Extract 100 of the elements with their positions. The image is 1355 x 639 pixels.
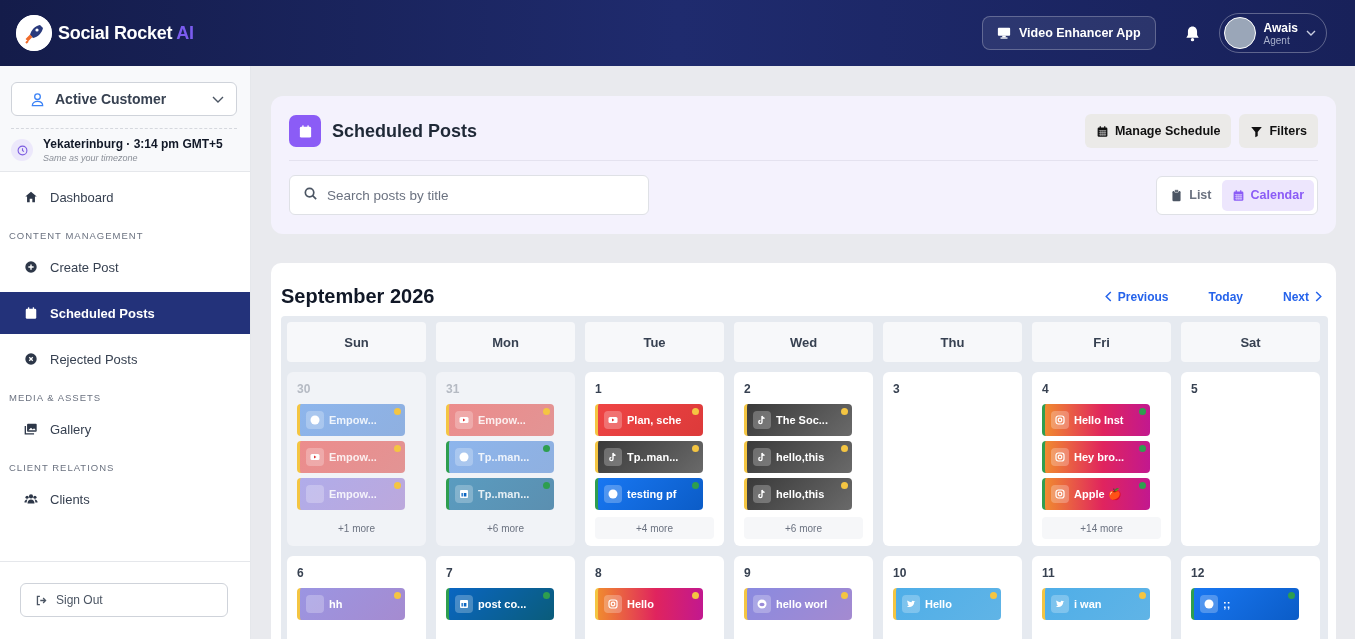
weekday-header: Fri <box>1032 322 1171 362</box>
users-icon <box>24 492 38 506</box>
nav-item[interactable]: Clients <box>0 478 250 520</box>
post-chip[interactable]: ;; <box>1191 588 1299 620</box>
chevron-down-icon <box>212 95 224 103</box>
post-chip[interactable]: The Soc... <box>744 404 852 436</box>
platform-icon <box>604 411 622 429</box>
post-chip[interactable]: Hello <box>595 588 703 620</box>
view-tab[interactable]: List <box>1160 179 1222 211</box>
platform-icon <box>1051 448 1069 466</box>
customer-select[interactable]: Active Customer <box>11 82 237 116</box>
day-number: 5 <box>1191 382 1199 396</box>
platform-icon <box>306 411 324 429</box>
clock-icon <box>16 144 28 156</box>
chevron-right-icon <box>1315 291 1322 302</box>
platform-icon <box>604 595 622 613</box>
platform-icon <box>902 595 920 613</box>
post-chip[interactable]: Tp..man... <box>446 478 554 510</box>
view-tab[interactable]: Calendar <box>1221 179 1314 211</box>
previous-button[interactable]: Previous <box>1098 289 1175 304</box>
notification-bell-icon[interactable] <box>1183 24 1201 42</box>
day-number: 31 <box>446 382 461 396</box>
nav-item[interactable]: Gallery <box>0 408 250 450</box>
avatar <box>1223 17 1256 49</box>
day-number: 8 <box>595 566 603 580</box>
month-title: September 2026 <box>281 285 435 308</box>
chevron-down-icon <box>1306 30 1316 36</box>
post-chip[interactable]: Plan, sche <box>595 404 703 436</box>
more-link[interactable]: +6 more <box>744 517 863 539</box>
platform-icon <box>306 595 324 613</box>
day-number: 2 <box>744 382 752 396</box>
day-number: 4 <box>1042 382 1050 396</box>
timezone-label: Yekaterinburg · 3:14 pm GMT+5 <box>43 137 223 151</box>
x-circle-icon <box>24 352 38 366</box>
post-chip[interactable]: hello,this <box>744 441 852 473</box>
sign-out-button[interactable]: Sign Out <box>20 583 228 617</box>
next-button[interactable]: Next <box>1277 289 1328 304</box>
post-chip[interactable]: Hey bro... <box>1042 441 1150 473</box>
platform-icon <box>753 448 771 466</box>
nav-item[interactable]: Rejected Posts <box>0 338 250 380</box>
calendar-icon <box>1095 124 1109 138</box>
more-link[interactable]: +6 more <box>446 517 565 539</box>
user-icon <box>30 91 45 107</box>
day-number: 9 <box>744 566 752 580</box>
user-name: Awais <box>1263 20 1298 35</box>
more-link[interactable]: +1 more <box>297 517 416 539</box>
post-chip[interactable]: Apple 🍎 <box>1042 478 1150 510</box>
post-chip[interactable]: hh <box>297 588 405 620</box>
more-link[interactable]: +14 more <box>1042 517 1161 539</box>
nav-item[interactable]: Dashboard <box>0 176 250 218</box>
post-chip[interactable]: testing pf <box>595 478 703 510</box>
platform-icon <box>455 411 473 429</box>
weekday-header: Thu <box>883 322 1022 362</box>
day-number: 3 <box>893 382 901 396</box>
nav-item[interactable]: Create Post <box>0 246 250 288</box>
search-field[interactable]: Search posts by title <box>289 175 649 215</box>
calendar-icon <box>24 306 38 320</box>
day-number: 10 <box>893 566 908 580</box>
clipboard-icon <box>1170 188 1184 202</box>
platform-icon <box>1200 595 1218 613</box>
home-icon <box>24 190 38 204</box>
nav-section-label: CONTENT MANAGEMENT <box>8 229 145 243</box>
platform-icon <box>1051 595 1069 613</box>
nav-section-label: CLIENT RELATIONS <box>8 461 116 475</box>
user-role: Agent <box>1263 34 1291 46</box>
weekday-header: Tue <box>585 322 724 362</box>
sign-out-icon <box>35 593 48 607</box>
more-link[interactable]: +4 more <box>595 517 714 539</box>
platform-icon <box>753 595 771 613</box>
platform-icon <box>306 448 324 466</box>
platform-icon <box>1051 485 1069 503</box>
day-number: 1 <box>595 382 603 396</box>
weekday-header: Sun <box>287 322 426 362</box>
platform-icon <box>455 448 473 466</box>
post-chip[interactable]: Tp..man... <box>595 441 703 473</box>
platform-icon <box>455 595 473 613</box>
post-chip[interactable]: hello,this <box>744 478 852 510</box>
platform-icon <box>455 485 473 503</box>
day-number: 11 <box>1042 566 1056 580</box>
timezone-note: Same as your timezone <box>43 153 139 163</box>
calendar-icon <box>1231 188 1245 202</box>
weekday-header: Sat <box>1181 322 1320 362</box>
filter-icon <box>1250 124 1264 138</box>
nav-item[interactable]: Scheduled Posts <box>0 292 250 334</box>
video-enhancer-button[interactable]: Video Enhancer App <box>981 16 1156 50</box>
day-number: 12 <box>1191 566 1206 580</box>
page-title: Scheduled Posts <box>332 120 478 142</box>
brand-name: Social Rocket AI <box>58 22 194 44</box>
today-button[interactable]: Today <box>1202 289 1249 304</box>
toolbar-button[interactable]: Manage Schedule <box>1084 114 1232 148</box>
platform-icon <box>604 485 622 503</box>
post-chip[interactable]: post co... <box>446 588 554 620</box>
chevron-left-icon <box>1104 291 1112 302</box>
plus-circle-icon <box>24 260 38 274</box>
post-chip[interactable]: hello worl <box>744 588 852 620</box>
day-number: 7 <box>446 566 454 580</box>
calendar-icon <box>297 123 313 139</box>
platform-icon <box>753 411 771 429</box>
post-chip[interactable]: Hello Inst <box>1042 404 1150 436</box>
toolbar-button[interactable]: Filters <box>1239 114 1318 148</box>
